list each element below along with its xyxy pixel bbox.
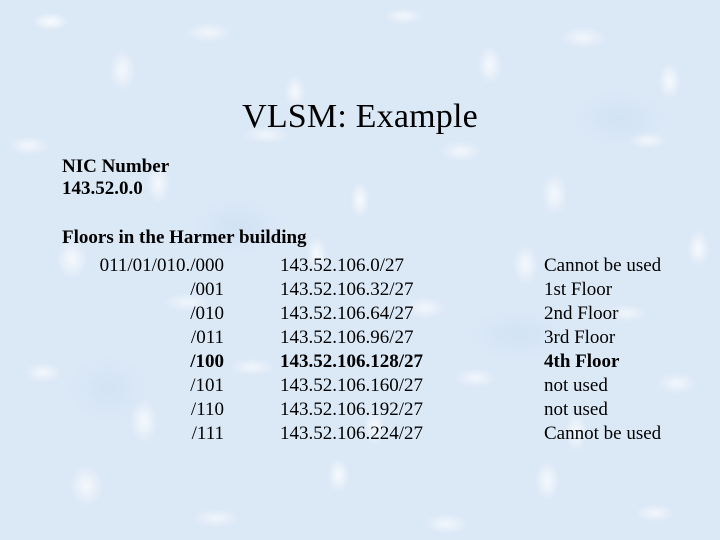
subnet-address-cell: 143.52.106.0/27: [280, 255, 405, 276]
floors-section-heading: Floors in the Harmer building: [62, 227, 307, 248]
nic-number-block: NIC Number 143.52.0.0: [62, 156, 169, 200]
table-row: /110 143.52.106.192/27 not used: [62, 398, 682, 422]
table-row: /001 143.52.106.32/27 1st Floor: [62, 278, 682, 302]
table-row: 011/01/010./000 143.52.106.0/27 Cannot be …: [62, 254, 682, 278]
subnet-usage-cell: 1st Floor: [544, 279, 613, 300]
subnet-address-cell: 143.52.106.32/27: [280, 279, 414, 300]
nic-number-address: 143.52.0.0: [62, 178, 143, 199]
subnet-binary-cell: /011: [190, 327, 224, 348]
subnet-binary-cell: /111: [191, 423, 224, 444]
subnet-binary-cell: /100: [190, 351, 224, 372]
subnet-usage-cell: Cannot be used: [544, 423, 662, 444]
subnet-address-cell: 143.52.106.64/27: [280, 303, 414, 324]
subnet-binary-cell: 011/01/010./000: [99, 255, 224, 276]
subnet-table-body: 011/01/010./000 143.52.106.0/27 Cannot be …: [62, 254, 682, 446]
subnet-usage-cell: 2nd Floor: [544, 303, 619, 324]
subnet-usage-cell: 3rd Floor: [544, 327, 616, 348]
subnet-binary-cell: /110: [190, 399, 224, 420]
subnet-address-cell: 143.52.106.192/27: [280, 399, 424, 420]
subnet-binary-cell: /010: [190, 303, 224, 324]
subnet-usage-cell: not used: [544, 375, 608, 396]
table-row: /010 143.52.106.64/27 2nd Floor: [62, 302, 682, 326]
subnet-usage-cell: 4th Floor: [544, 351, 620, 372]
page-title: VLSM: Example: [242, 97, 478, 135]
slide-content: VLSM: Example NIC Number 143.52.0.0 Floo…: [0, 0, 720, 540]
subnet-usage-cell: not used: [544, 399, 608, 420]
subnet-binary-cell: /001: [190, 279, 224, 300]
subnet-binary-cell: /101: [190, 375, 224, 396]
subnet-address-cell: 143.52.106.224/27: [280, 423, 424, 444]
table-row: /111 143.52.106.224/27 Cannot be used: [62, 422, 682, 446]
table-row: /011 143.52.106.96/27 3rd Floor: [62, 326, 682, 350]
subnet-address-cell: 143.52.106.96/27: [280, 327, 414, 348]
subnet-address-cell: 143.52.106.160/27: [280, 375, 424, 396]
table-row: /101 143.52.106.160/27 not used: [62, 374, 682, 398]
subnet-address-cell: 143.52.106.128/27: [280, 351, 424, 372]
presentation-slide: VLSM: Example NIC Number 143.52.0.0 Floo…: [0, 0, 720, 540]
table-row: /100 143.52.106.128/27 4th Floor: [62, 350, 682, 374]
nic-number-label: NIC Number: [62, 156, 170, 177]
subnet-allocation-table: 011/01/010./000 143.52.106.0/27 Cannot be …: [62, 254, 682, 446]
subnet-usage-cell: Cannot be used: [544, 255, 662, 276]
